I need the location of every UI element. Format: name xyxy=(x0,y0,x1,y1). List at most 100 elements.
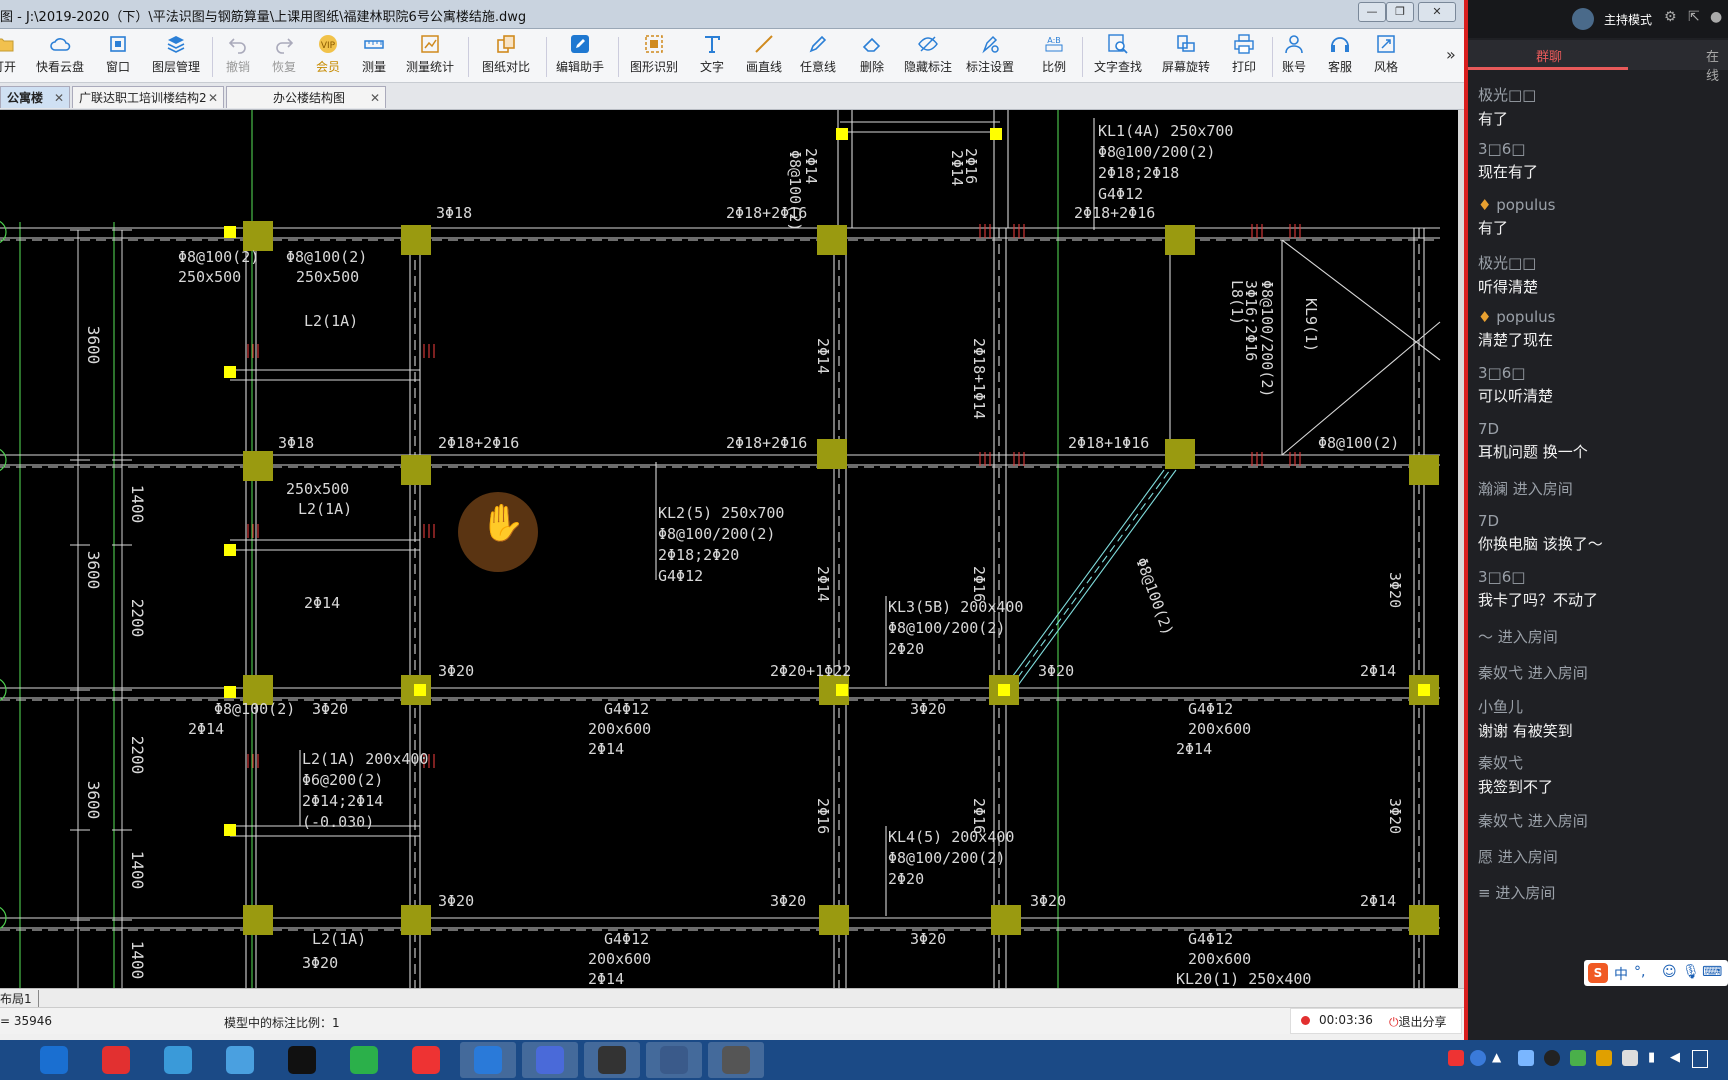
toolbar-rotate-screen-button[interactable]: 屏幕旋转 xyxy=(1158,33,1214,75)
toolbar-style-button[interactable]: 风格 xyxy=(1358,33,1414,75)
chat-username: 3□6□ xyxy=(1478,364,1553,382)
taskbar-pinwheel-button[interactable] xyxy=(212,1042,268,1078)
tray-sogou-icon[interactable] xyxy=(1448,1050,1464,1066)
pinwheel-icon xyxy=(226,1046,254,1074)
layout-tab[interactable]: 布局1 xyxy=(0,990,39,1007)
ime-toolbar[interactable]: S 中 °, ☺ 🎙 ⌨ xyxy=(1584,960,1728,986)
drawing-annotation: 2Φ18+1Φ14 xyxy=(970,338,988,419)
taskbar-wechat-button[interactable] xyxy=(336,1042,392,1078)
toolbar-print-button[interactable]: 打印 xyxy=(1216,33,1272,75)
beam-label: 2Φ18;2Φ20 xyxy=(658,546,739,564)
drawing-annotation: 2Φ14 xyxy=(588,970,624,988)
svg-text:VIP: VIP xyxy=(321,41,336,51)
toolbar-text-button[interactable]: 文字 xyxy=(684,33,740,75)
exit-share-button[interactable]: ⏻退出分享 xyxy=(1389,1013,1447,1030)
beam-label: 2Φ20 xyxy=(888,870,924,888)
tab-close-icon[interactable]: ✕ xyxy=(54,87,64,108)
restore-button[interactable]: ❐ xyxy=(1386,2,1414,22)
tray-shield-icon[interactable] xyxy=(1518,1050,1534,1066)
toolbar-line-button[interactable]: 画直线 xyxy=(736,33,792,75)
column xyxy=(1409,905,1439,935)
tray-display-icon[interactable] xyxy=(1622,1050,1638,1066)
tab-training-building[interactable]: 广联达职工培训楼结构2 ✕ xyxy=(72,86,224,108)
toolbar-text-search-button[interactable]: 文字查找 xyxy=(1090,33,1146,75)
chat-message: 极光□□ 有了 xyxy=(1478,84,1536,129)
chat-username-text: populus xyxy=(1496,196,1556,214)
tray-expand-icon[interactable]: ▲ xyxy=(1492,1050,1501,1064)
toolbar-window-button[interactable]: 窗口 xyxy=(90,33,146,75)
taskbar-pdf-button[interactable] xyxy=(522,1042,578,1078)
toolbar-hide-annotation-button[interactable]: 隐藏标注 xyxy=(900,33,956,75)
toolbar-more-button[interactable]: » xyxy=(1446,45,1456,64)
document-tab-bar: 公寓楼 ✕ 广联达职工培训楼结构2 ✕ 办公楼结构图 ✕ xyxy=(0,83,1464,110)
dimension-label: 2200 xyxy=(128,599,147,638)
chat-username-text: 3□6□ xyxy=(1478,568,1526,586)
toolbar-compare-button[interactable]: 图纸对比 xyxy=(478,33,534,75)
toolbar-measure-button[interactable]: 测量 xyxy=(346,33,402,75)
toolbar-measure-stats-button[interactable]: 测量统计 xyxy=(402,33,458,75)
active-tab-indicator xyxy=(1468,67,1628,70)
tab-office-building[interactable]: 办公楼结构图 ✕ xyxy=(226,86,386,108)
close-button[interactable]: ✕ xyxy=(1418,2,1456,22)
beam-label: 2Φ18;2Φ18 xyxy=(1098,164,1179,182)
beam-label: KL1(4A) 250x700 xyxy=(1098,122,1233,140)
toolbar-open-button[interactable]: 打开 xyxy=(0,33,32,75)
system-message: 秦奴弋 进入房间 xyxy=(1478,812,1588,830)
toolbar-layers-button[interactable]: 图层管理 xyxy=(148,33,204,75)
taskbar-jiang-button[interactable] xyxy=(398,1042,454,1078)
tray-help-icon[interactable] xyxy=(1470,1050,1486,1066)
toolbar-edit-assistant-button[interactable]: 编辑助手 xyxy=(552,33,608,75)
small-column xyxy=(836,128,848,140)
tab-group-chat[interactable]: 群聊 xyxy=(1536,46,1562,65)
taskbar-baidu-netdisk-button[interactable] xyxy=(150,1042,206,1078)
network-icon[interactable]: ▮ xyxy=(1648,1050,1655,1065)
minimize-button[interactable]: — xyxy=(1358,2,1386,22)
column xyxy=(817,225,847,255)
taskbar-graduation-button[interactable] xyxy=(646,1042,702,1078)
toolbar-shape-recognition-button[interactable]: 图形识别 xyxy=(626,33,682,75)
ime-symbols: °, xyxy=(1634,964,1646,980)
drawing-annotation: 2Φ18+1Φ16 xyxy=(1068,434,1149,452)
axis-bubble xyxy=(0,448,7,472)
tray-qq-icon[interactable] xyxy=(1544,1050,1560,1066)
column xyxy=(1165,439,1195,469)
toolbar-scale-button[interactable]: A:B 比例 xyxy=(1026,33,1082,75)
settings-icon[interactable]: ⚙ xyxy=(1664,9,1677,25)
chat-text: 我签到不了 xyxy=(1478,778,1554,796)
taskbar-qq-button[interactable] xyxy=(274,1042,330,1078)
drawing-annotation: 3Φ18 xyxy=(278,434,314,452)
print-icon xyxy=(1234,34,1254,54)
chat-username: 7D xyxy=(1478,420,1588,438)
column xyxy=(243,905,273,935)
tab-close-icon[interactable]: ✕ xyxy=(370,87,380,108)
style-icon xyxy=(1377,35,1395,53)
toolbar-cloud-button[interactable]: 快看云盘 xyxy=(32,33,88,75)
toolbar-separator xyxy=(1082,37,1083,77)
toolbar-delete-button[interactable]: 删除 xyxy=(844,33,900,75)
tray-app-icon[interactable] xyxy=(1596,1050,1612,1066)
toolbar-freehand-button[interactable]: 任意线 xyxy=(790,33,846,75)
host-avatar xyxy=(1572,8,1594,30)
volume-icon[interactable]: ◀ xyxy=(1670,1050,1680,1065)
tray-wechat-icon[interactable] xyxy=(1570,1050,1586,1066)
taskbar-study-button[interactable] xyxy=(460,1042,516,1078)
taskbar-ke-button[interactable] xyxy=(708,1042,764,1078)
taskbar-cad-button[interactable] xyxy=(584,1042,640,1078)
notification-icon[interactable] xyxy=(1692,1050,1708,1068)
tab-close-icon[interactable]: ✕ xyxy=(208,87,218,108)
chat-username-text: 极光□□ xyxy=(1478,254,1537,272)
taskbar-explorer-button[interactable] xyxy=(26,1042,82,1078)
drawing-annotation: 2Φ18+2Φ16 xyxy=(726,434,807,452)
toolbar-annotation-settings-button[interactable]: 标注设置 xyxy=(962,33,1018,75)
drawing-canvas[interactable]: 3600 1400 3600 2200 2200 3600 1400 1400 KL1(4A) … xyxy=(0,110,1458,988)
column xyxy=(1409,455,1439,485)
popout-icon[interactable]: ⇱ xyxy=(1688,9,1700,25)
chat-text: 谢谢 有被笑到 xyxy=(1478,722,1573,740)
drawing-annotation: 200x600 xyxy=(588,950,651,968)
host-badge-icon: ♦ xyxy=(1478,196,1497,214)
tab-apartment[interactable]: 公寓楼 ✕ xyxy=(0,86,70,108)
mic-icon[interactable]: ● xyxy=(1710,9,1722,25)
taskbar-netease-music-button[interactable] xyxy=(88,1042,144,1078)
pdf-icon xyxy=(536,1046,564,1074)
pen-icon xyxy=(809,35,827,53)
